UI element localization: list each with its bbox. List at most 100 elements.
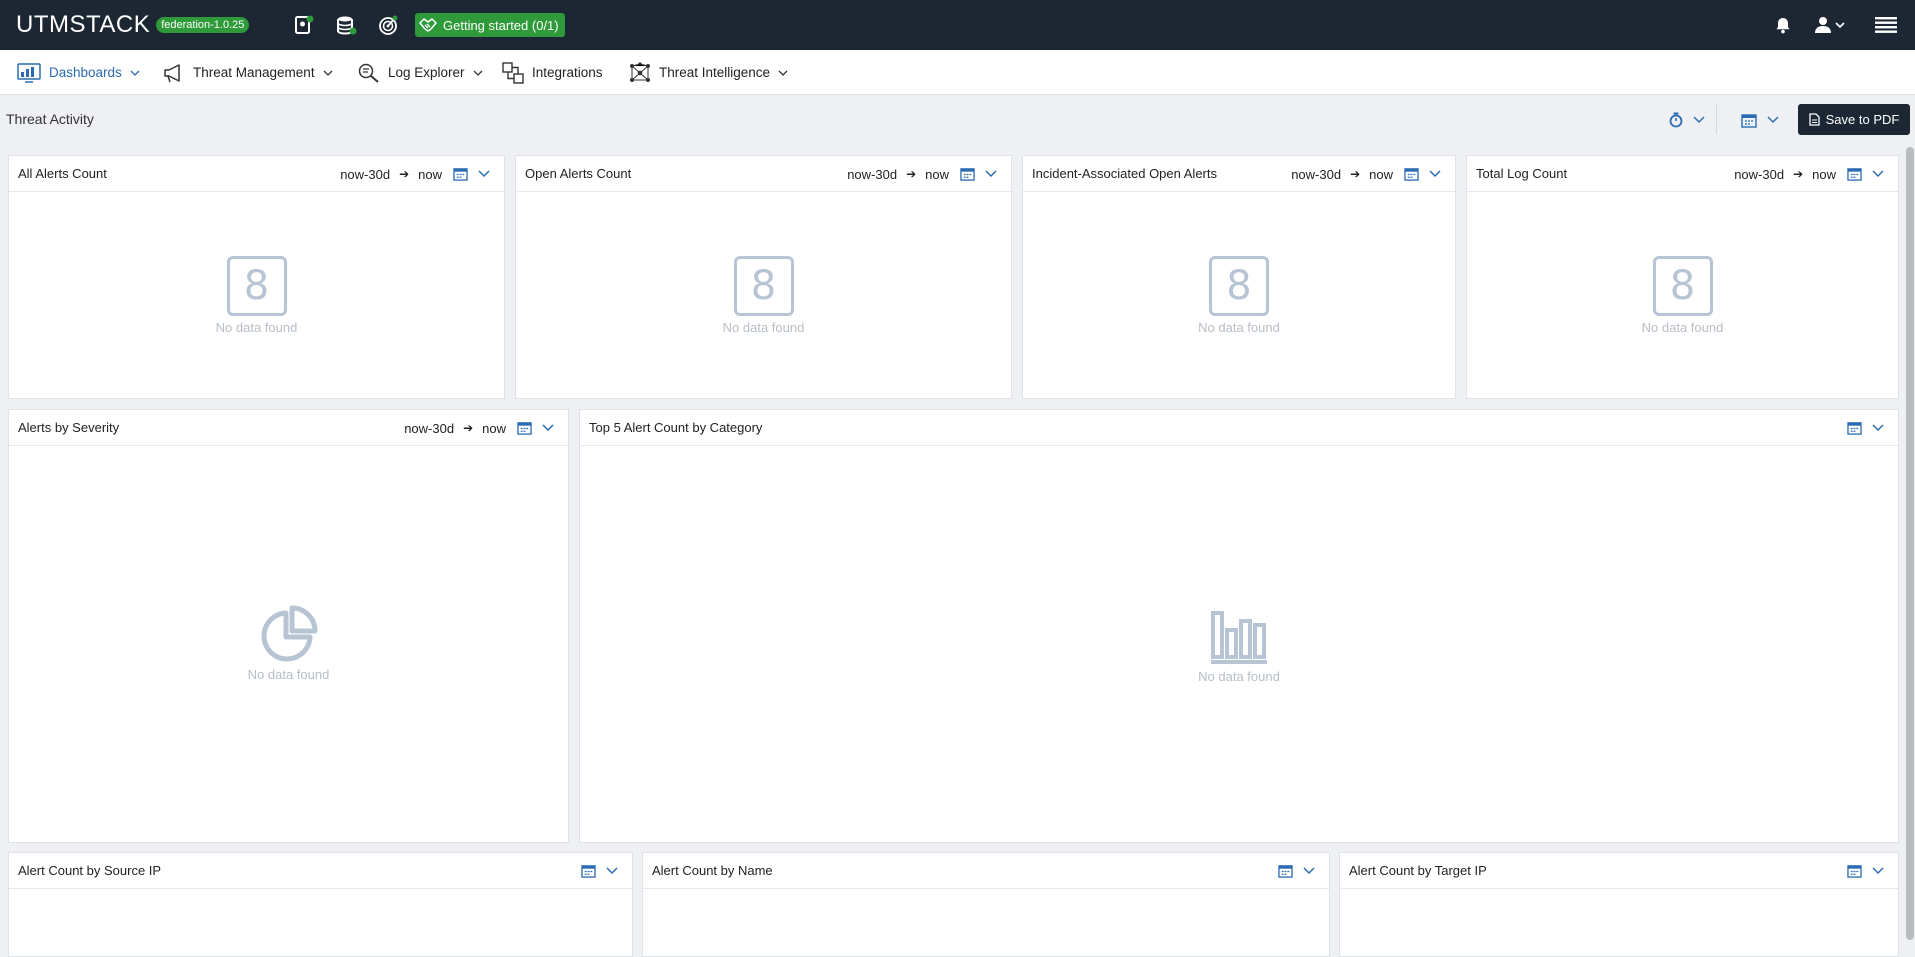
chevron-down-icon[interactable] xyxy=(1872,170,1884,178)
chevron-down-icon xyxy=(1767,116,1779,124)
calendar-icon[interactable] xyxy=(1847,864,1862,878)
nav-threat-management[interactable]: Threat Management xyxy=(163,50,333,95)
arrow-right-icon: ➔ xyxy=(399,167,410,181)
top-bar: UTMSTACK federation-1.0.25 Getting start… xyxy=(0,0,1915,50)
chevron-down-icon[interactable] xyxy=(478,170,490,178)
empty-text: No data found xyxy=(247,667,330,682)
widget-time-range: now-30d ➔ now xyxy=(1291,156,1441,192)
empty-state: 8 No data found xyxy=(1467,256,1898,335)
widget-title: Alert Count by Name xyxy=(652,863,773,878)
widget-time-range xyxy=(1267,853,1315,889)
brand-logo[interactable]: UTMSTACK xyxy=(16,11,150,39)
widget-incident-associated-open-alerts: Incident-Associated Open Alerts now-30d … xyxy=(1022,155,1456,399)
widget-title: Alert Count by Target IP xyxy=(1349,863,1487,878)
widget-header: Alert Count by Source IP xyxy=(9,853,632,889)
calendar-icon[interactable] xyxy=(1847,421,1862,435)
data-sources-icon[interactable] xyxy=(334,13,358,37)
widget-alert-count-by-target-ip: Alert Count by Target IP xyxy=(1339,852,1899,957)
calendar-icon[interactable] xyxy=(960,167,975,181)
widget-time-range: now-30d ➔ now xyxy=(1734,156,1884,192)
save-to-pdf-label: Save to PDF xyxy=(1825,112,1900,127)
calendar-icon[interactable] xyxy=(1847,167,1862,181)
nav-dashboards[interactable]: Dashboards xyxy=(17,50,140,95)
notifications-icon[interactable] xyxy=(1774,13,1792,37)
user-menu-icon[interactable] xyxy=(1814,13,1846,37)
dashboard-icon xyxy=(17,62,41,83)
widget-header: Alert Count by Target IP xyxy=(1340,853,1898,889)
network-icon xyxy=(630,61,650,82)
widget-time-range xyxy=(1836,853,1884,889)
chevron-down-icon[interactable] xyxy=(542,424,554,432)
chevron-down-icon[interactable] xyxy=(985,170,997,178)
page-scrollbar[interactable] xyxy=(1906,147,1914,940)
nav-log-explorer[interactable]: Log Explorer xyxy=(358,50,483,95)
chevron-down-icon xyxy=(1693,116,1705,124)
global-date-range-dropdown[interactable] xyxy=(1741,108,1779,132)
range-from: now-30d xyxy=(1291,166,1342,182)
calendar-icon[interactable] xyxy=(453,167,468,181)
chevron-down-icon[interactable] xyxy=(606,867,618,875)
save-to-pdf-button[interactable]: Save to PDF xyxy=(1798,104,1910,135)
widget-title: Top 5 Alert Count by Category xyxy=(589,420,763,435)
empty-text: No data found xyxy=(1198,669,1280,684)
calendar-icon xyxy=(1741,113,1757,128)
widget-header: Alerts by Severity now-30d ➔ now xyxy=(9,410,568,446)
agent-icon[interactable] xyxy=(292,13,316,37)
widget-title: Open Alerts Count xyxy=(525,166,632,181)
empty-text: No data found xyxy=(722,320,805,335)
refresh-interval-dropdown[interactable] xyxy=(1669,108,1705,132)
chevron-down-icon[interactable] xyxy=(1429,170,1441,178)
main-nav: Dashboards Threat Management Log Explore… xyxy=(0,50,1915,95)
chevron-down-icon[interactable] xyxy=(1303,867,1315,875)
empty-state: 8 No data found xyxy=(9,256,504,335)
widget-title: Alerts by Severity xyxy=(18,420,120,435)
range-from: now-30d xyxy=(847,166,898,182)
log-search-icon xyxy=(358,63,379,83)
chevron-down-icon[interactable] xyxy=(1872,424,1884,432)
empty-state: No data found xyxy=(580,610,1898,684)
calendar-icon[interactable] xyxy=(1404,167,1419,181)
widget-title: Incident-Associated Open Alerts xyxy=(1032,166,1217,181)
range-to: now xyxy=(1369,166,1393,182)
nav-log-explorer-label: Log Explorer xyxy=(388,65,465,80)
widget-time-range xyxy=(570,853,618,889)
empty-state: 8 No data found xyxy=(1023,256,1455,335)
pie-chart-icon xyxy=(261,605,317,662)
chevron-down-icon xyxy=(130,70,140,76)
chevron-down-icon[interactable] xyxy=(1872,867,1884,875)
widget-all-alerts-count: All Alerts Count now-30d ➔ now 8 No data… xyxy=(8,155,505,399)
empty-state: No data found xyxy=(9,605,568,682)
calendar-icon[interactable] xyxy=(517,421,532,435)
range-from: now-30d xyxy=(1734,166,1785,182)
radar-icon[interactable] xyxy=(376,13,400,37)
widget-title: Total Log Count xyxy=(1476,166,1568,181)
range-to: now xyxy=(925,166,949,182)
getting-started-label: Getting started (0/1) xyxy=(443,17,559,33)
calendar-icon[interactable] xyxy=(1278,864,1293,878)
hamburger-menu-icon[interactable] xyxy=(1875,13,1897,37)
header-divider xyxy=(1716,104,1717,134)
widget-alert-count-by-source-ip: Alert Count by Source IP xyxy=(8,852,633,957)
widget-header: Total Log Count now-30d ➔ now xyxy=(1467,156,1898,192)
widget-alerts-by-severity: Alerts by Severity now-30d ➔ now No data… xyxy=(8,409,569,843)
empty-text: No data found xyxy=(215,320,298,335)
arrow-right-icon: ➔ xyxy=(906,167,917,181)
widget-total-log-count: Total Log Count now-30d ➔ now 8 No data … xyxy=(1466,155,1899,399)
version-badge: federation-1.0.25 xyxy=(156,17,250,33)
count-placeholder-icon: 8 xyxy=(733,256,794,316)
nav-integrations[interactable]: Integrations xyxy=(502,50,603,95)
widget-header: Open Alerts Count now-30d ➔ now xyxy=(516,156,1011,192)
widget-header: Alert Count by Name xyxy=(643,853,1329,889)
arrow-right-icon: ➔ xyxy=(1350,167,1361,181)
getting-started-button[interactable]: Getting started (0/1) xyxy=(415,13,565,37)
nav-threat-intelligence[interactable]: Threat Intelligence xyxy=(629,50,788,95)
count-placeholder-icon: 8 xyxy=(1652,256,1713,316)
widget-top-5-alert-count-by-category: Top 5 Alert Count by Category No data fo… xyxy=(579,409,1899,843)
page-title: Threat Activity xyxy=(6,111,94,127)
chevron-down-icon xyxy=(323,70,333,76)
nav-threat-management-label: Threat Management xyxy=(193,65,315,80)
integrations-icon xyxy=(502,61,524,84)
arrow-right-icon: ➔ xyxy=(463,421,474,435)
calendar-icon[interactable] xyxy=(581,864,596,878)
range-to: now xyxy=(418,166,442,182)
